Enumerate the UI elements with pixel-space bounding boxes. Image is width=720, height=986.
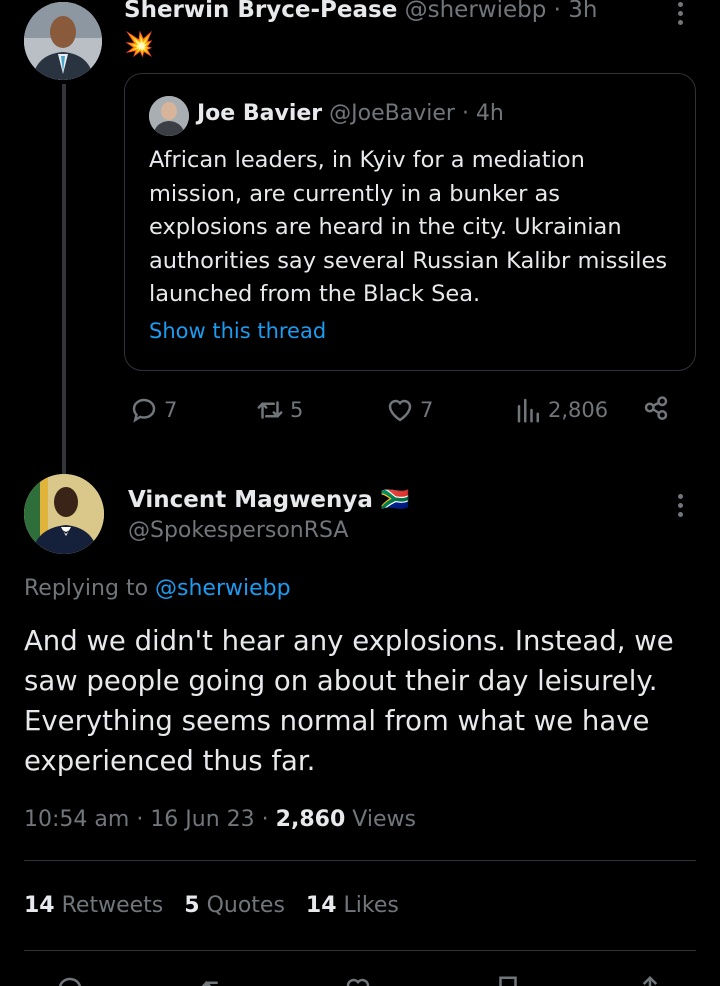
like-button[interactable]: 7 (384, 395, 433, 425)
replying-to-label: Replying to (24, 576, 149, 601)
share-icon (644, 396, 668, 420)
thread-connector-line (62, 84, 66, 474)
replying-to: Replying to @sherwiebp (24, 576, 291, 601)
likes-label: Likes (343, 893, 399, 918)
country-flag-icon: 🇿🇦 (380, 487, 410, 513)
share-button[interactable] (640, 395, 672, 429)
retweets-label: Retweets (61, 893, 164, 918)
show-thread-link[interactable]: Show this thread (149, 319, 326, 343)
parent-author-avatar[interactable] (24, 2, 102, 80)
retweet-icon (257, 401, 283, 419)
main-author-avatar[interactable] (24, 474, 104, 554)
main-tweet-text: And we didn't hear any explosions. Inste… (24, 625, 674, 777)
bottom-action-bar (0, 974, 720, 986)
replying-to-handle[interactable]: @sherwiebp (155, 576, 291, 601)
reply-count: 7 (164, 398, 178, 422)
tweet-views-label: Views (352, 807, 416, 832)
quoted-tweet-text: African leaders, in Kyiv for a mediation… (149, 147, 668, 307)
quoted-tweet-card[interactable]: Joe Bavier @JoeBavier · 4h African leade… (124, 73, 696, 371)
retweet-count: 5 (290, 398, 304, 422)
likes-stat[interactable]: 14 Likes (306, 893, 399, 918)
main-author-handle[interactable]: @SpokespersonRSA (128, 518, 348, 543)
parent-more-icon[interactable] (678, 2, 684, 25)
divider-bottom (24, 950, 696, 951)
bottom-bookmark-icon[interactable] (490, 974, 526, 986)
bottom-share-icon[interactable] (632, 974, 668, 986)
like-count: 7 (420, 398, 434, 422)
parent-author-name[interactable]: Sherwin Bryce-Pease (124, 0, 397, 23)
quoted-author-handle: @JoeBavier (329, 101, 455, 126)
reply-button[interactable]: 7 (128, 395, 177, 425)
quotes-label: Quotes (206, 893, 285, 918)
tweet-date: 16 Jun 23 (150, 807, 255, 832)
tweet-meta: 10:54 am · 16 Jun 23 · 2,860 Views (24, 807, 416, 832)
main-author-name-line: Vincent Magwenya 🇿🇦 (128, 486, 410, 513)
quoted-author-avatar (149, 96, 189, 136)
views-count: 2,806 (548, 398, 609, 422)
quoted-tweet-time: · 4h (461, 101, 504, 126)
main-author-name[interactable]: Vincent Magwenya (128, 487, 373, 513)
quotes-stat[interactable]: 5 Quotes (184, 893, 292, 918)
parent-tweet-body: 💥 (124, 30, 154, 58)
heart-icon (388, 399, 412, 422)
bottom-like-icon[interactable] (340, 974, 376, 986)
engagement-stats: 14 Retweets 5 Quotes 14 Likes (24, 893, 399, 918)
views-icon (517, 398, 539, 423)
main-more-icon[interactable] (678, 494, 684, 517)
retweet-button[interactable]: 5 (254, 395, 303, 425)
quotes-count: 5 (184, 893, 200, 918)
divider-top (24, 860, 696, 861)
parent-author-handle[interactable]: @sherwiebp (405, 0, 547, 23)
bottom-reply-icon[interactable] (52, 974, 88, 986)
retweets-count: 14 (24, 893, 55, 918)
parent-tweet-time[interactable]: · 3h (554, 0, 598, 23)
likes-count: 14 (305, 893, 337, 918)
retweets-stat[interactable]: 14 Retweets (24, 893, 170, 918)
reply-icon (132, 398, 156, 423)
tweet-time: 10:54 am (24, 807, 130, 832)
bottom-retweet-icon[interactable] (196, 974, 232, 986)
quoted-author-name: Joe Bavier (197, 101, 323, 126)
parent-author-line: Sherwin Bryce-Pease @sherwiebp · 3h (124, 0, 598, 23)
views-button[interactable]: 2,806 (514, 395, 608, 425)
quoted-author-line: Joe Bavier @JoeBavier · 4h (197, 101, 504, 126)
tweet-views-count: 2,860 (275, 807, 346, 832)
